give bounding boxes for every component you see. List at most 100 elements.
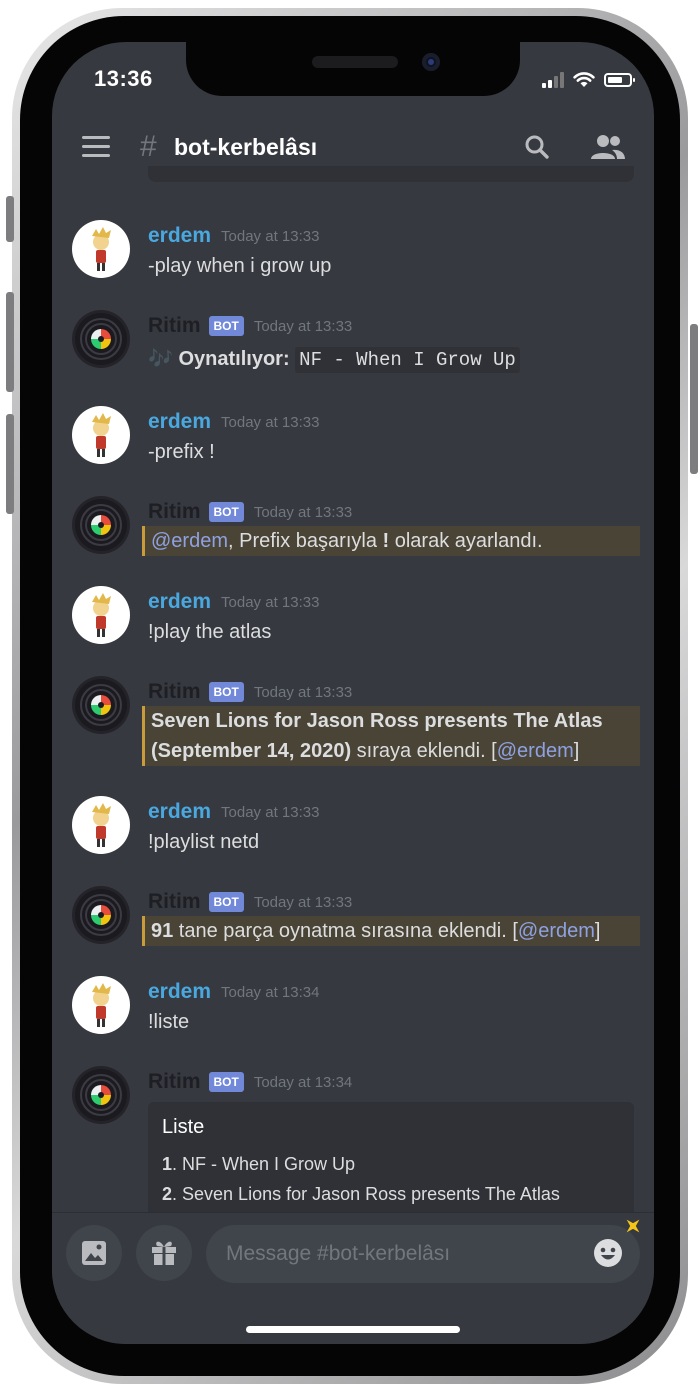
user-avatar[interactable] [72,796,130,854]
message-input[interactable] [206,1225,640,1283]
timestamp: Today at 13:33 [221,227,320,245]
message-header: erdem Today at 13:34 [148,980,319,1006]
mention-highlight-message: Seven Lions for Jason Ross presents The … [142,706,640,766]
timestamp: Today at 13:33 [253,317,353,335]
username[interactable]: erdem [148,410,211,433]
image-icon [82,1241,106,1265]
timestamp: Today at 13:33 [253,683,353,701]
bot-tag: BOT [208,316,244,336]
timestamp: Today at 13:33 [253,503,353,521]
timestamp: Today at 13:33 [221,413,320,431]
user-mention[interactable]: @erdem [497,740,574,762]
wifi-icon [573,72,595,87]
volume-down-button [6,414,14,514]
bracket-close: ] [594,920,601,942]
message-header: Ritim BOT Today at 13:33 [148,680,352,706]
silent-switch [6,196,14,242]
message-header: erdem Today at 13:33 [148,590,319,616]
battery-icon [604,73,635,87]
username[interactable]: Ritim [148,314,201,337]
timestamp: Today at 13:33 [221,803,320,821]
message-text: -play when i grow up [148,255,332,277]
message-text: 🎶 Oynatılıyor: NF - When I Grow Up [148,344,520,375]
mention-highlight-message: 91 tane parça oynatma sırasına eklendi. … [142,916,640,946]
username[interactable]: erdem [148,800,211,823]
app-screen: 13:36 # bot-kerbelâsı erdem Today at 13:… [52,42,654,1344]
queue-item: 1. NF - When I Grow Up [162,1154,355,1175]
notch [186,42,520,96]
message-text: !playlist netd [148,831,260,853]
menu-icon[interactable] [82,136,110,158]
status-icons [542,70,635,90]
user-avatar[interactable] [72,406,130,464]
bot-avatar[interactable] [72,496,130,554]
mention-highlight-message: @erdem, Prefix başarıyla ! olarak ayarla… [142,526,640,556]
home-indicator[interactable] [246,1326,460,1333]
message-text: !liste [148,1011,190,1033]
hash-icon: # [140,130,157,163]
message-composer [52,1212,654,1344]
timestamp: Today at 13:34 [253,1073,353,1091]
username[interactable]: Ritim [148,500,201,523]
image-upload-button[interactable] [66,1225,122,1281]
user-avatar[interactable] [72,220,130,278]
speaker-grille [312,56,398,68]
sparkle-icon [626,1219,640,1233]
username[interactable]: Ritim [148,1070,201,1093]
bot-tag: BOT [208,1072,244,1092]
music-note-icon: 🎶 [148,348,173,370]
message-text: olarak ayarlandı. [389,530,543,552]
members-icon[interactable] [590,132,626,162]
message-text: , Prefix başarıyla [228,530,383,552]
message-header: erdem Today at 13:33 [148,410,319,436]
message-text: !play the atlas [148,621,272,643]
username[interactable]: Ritim [148,890,201,913]
username[interactable]: erdem [148,224,211,247]
message-text: tane parça oynatma sırasına eklendi. [ [173,920,518,942]
message-header: Ritim BOT Today at 13:33 [148,314,352,340]
queue-track: . Seven Lions for Jason Ross presents Th… [172,1184,560,1204]
front-camera [422,53,440,71]
gift-button[interactable] [136,1225,192,1281]
bot-tag: BOT [208,892,244,912]
signal-icon [542,72,564,88]
previous-message-edge [148,166,634,182]
queue-item: 2. Seven Lions for Jason Ross presents T… [162,1184,560,1205]
bot-tag: BOT [208,682,244,702]
queue-track: . NF - When I Grow Up [172,1154,356,1174]
user-mention[interactable]: @erdem [518,920,595,942]
message-header: erdem Today at 13:33 [148,224,319,250]
embed-title: Liste [162,1116,205,1138]
track-count: 91 [151,920,174,942]
gift-icon [152,1241,176,1265]
message-text: sıraya eklendi. [ [351,740,497,762]
queue-number: 1 [162,1154,173,1174]
track-date: (September 14, 2020) [151,740,352,762]
queue-number: 2 [162,1184,173,1204]
search-icon[interactable] [524,134,550,160]
track-title: Seven Lions for Jason Ross presents The … [151,710,603,732]
user-avatar[interactable] [72,976,130,1034]
bot-avatar[interactable] [72,1066,130,1124]
timestamp: Today at 13:33 [253,893,353,911]
track-code: NF - When I Grow Up [295,347,520,373]
username[interactable]: erdem [148,980,211,1003]
message-header: Ritim BOT Today at 13:33 [148,890,352,916]
bot-avatar[interactable] [72,886,130,944]
bot-avatar[interactable] [72,310,130,368]
message-header: Ritim BOT Today at 13:34 [148,1070,352,1096]
username[interactable]: erdem [148,590,211,613]
emoji-icon[interactable] [592,1237,624,1269]
volume-up-button [6,292,14,392]
user-mention[interactable]: @erdem [151,530,228,552]
user-avatar[interactable] [72,586,130,644]
username[interactable]: Ritim [148,680,201,703]
message-header: erdem Today at 13:33 [148,800,319,826]
timestamp: Today at 13:33 [221,593,320,611]
bot-avatar[interactable] [72,676,130,734]
power-button [690,324,698,474]
message-text: -prefix ! [148,441,215,463]
channel-name: bot-kerbelâsı [174,134,318,160]
now-playing-label: Oynatılıyor: [178,348,290,370]
bot-tag: BOT [208,502,244,522]
